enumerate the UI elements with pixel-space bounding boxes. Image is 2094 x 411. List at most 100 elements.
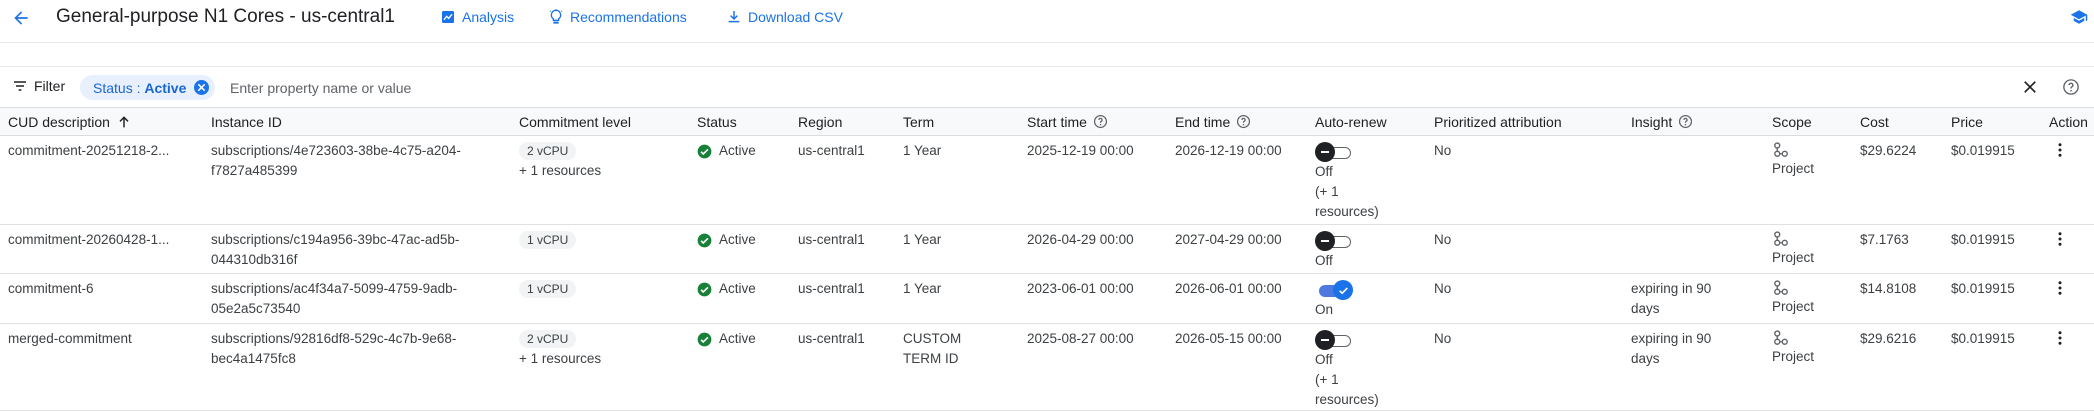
auto-renew-toggle[interactable] [1315, 142, 1353, 162]
clear-filter-button[interactable] [2021, 78, 2039, 101]
project-icon [1774, 280, 1788, 295]
scope-cell: Project [1772, 141, 1852, 179]
status-text: Active [719, 232, 756, 247]
commitments-table-wrapper: CUD description Instance ID Commitment l… [0, 107, 2094, 411]
header-divider [0, 42, 2094, 43]
term-line2: TERM ID [903, 351, 959, 366]
row-action-button[interactable] [2049, 141, 2071, 159]
chip-remove-button[interactable] [194, 80, 210, 95]
help-circle-icon[interactable] [1093, 114, 1108, 129]
status-cell: Active [697, 279, 790, 299]
table-row[interactable]: commitment-20251218-2... subscriptions/4… [0, 135, 2094, 225]
row-action-button[interactable] [2049, 279, 2071, 297]
help-circle-icon[interactable] [1236, 114, 1251, 129]
back-button[interactable] [8, 5, 34, 31]
term-line1: CUSTOM [903, 331, 962, 346]
cud-description: commitment-20260428-1... [8, 232, 170, 247]
chip-key: Status : [93, 79, 145, 96]
more-vert-icon [2058, 143, 2062, 157]
filter-input[interactable] [228, 76, 1232, 100]
prioritized-attribution: No [1434, 143, 1452, 158]
arrow-back-icon [14, 11, 28, 25]
auto-renew-extra-2: resources) [1315, 204, 1379, 219]
auto-renew-extra-2: resources) [1315, 392, 1379, 407]
status-text: Active [719, 143, 756, 158]
instance-id-line1: subscriptions/4e723603-38be-4c75-a204- [211, 143, 461, 158]
col-region[interactable]: Region [790, 107, 895, 136]
commitments-table: CUD description Instance ID Commitment l… [0, 107, 2094, 411]
insight-line1: expiring in 90 [1631, 281, 1712, 296]
toggle-knob [1315, 231, 1335, 251]
start-time: 2025-08-27 00:00 [1027, 331, 1134, 346]
row-action-button[interactable] [2049, 329, 2071, 347]
end-time: 2026-12-19 00:00 [1175, 143, 1282, 158]
col-action: Action [2041, 107, 2094, 136]
col-auto-renew[interactable]: Auto-renew [1307, 107, 1426, 136]
scope-text: Project [1772, 250, 1815, 265]
close-icon [2024, 81, 2036, 93]
table-header-row: CUD description Instance ID Commitment l… [0, 107, 2094, 136]
help-button[interactable] [2062, 78, 2080, 101]
arrow-up-icon [119, 115, 129, 127]
prioritized-attribution: No [1434, 232, 1452, 247]
commitment-level-extra[interactable]: + 1 resources [519, 161, 689, 181]
toggle-knob [1315, 330, 1335, 350]
analytics-icon [442, 11, 454, 23]
status-text: Active [719, 331, 756, 346]
col-start-time[interactable]: Start time [1019, 107, 1167, 136]
table-row[interactable]: commitment-20260428-1... subscriptions/c… [0, 224, 2094, 274]
col-insight[interactable]: Insight [1623, 107, 1764, 136]
col-instance-id[interactable]: Instance ID [203, 107, 511, 136]
end-time: 2027-04-29 00:00 [1175, 232, 1282, 247]
col-scope[interactable]: Scope [1764, 107, 1852, 136]
col-prioritized-attribution[interactable]: Prioritized attribution [1426, 107, 1623, 136]
status-cell: Active [697, 230, 790, 250]
recommendations-link[interactable]: Recommendations [548, 9, 687, 25]
cost: $14.8108 [1860, 281, 1917, 296]
cud-description: commitment-20251218-2... [8, 143, 170, 158]
cost: $29.6224 [1860, 143, 1917, 158]
col-cud-description[interactable]: CUD description [0, 107, 203, 136]
download-icon [728, 11, 740, 23]
col-price[interactable]: Price [1943, 107, 2041, 136]
learn-button[interactable] [2070, 8, 2088, 31]
col-term[interactable]: Term [895, 107, 1019, 136]
scope-cell: Project [1772, 279, 1852, 317]
auto-renew-state: Off [1315, 164, 1333, 179]
auto-renew-toggle[interactable] [1315, 330, 1353, 350]
commitment-level-tag: 2 vCPU [519, 330, 577, 348]
instance-id-line2: bec4a1475fc8 [211, 351, 296, 366]
auto-renew-state: Off [1315, 352, 1333, 367]
analysis-link[interactable]: Analysis [440, 9, 514, 25]
col-cost[interactable]: Cost [1852, 107, 1943, 136]
commitment-level-extra[interactable]: + 1 resources [519, 349, 689, 369]
check-circle-icon [697, 144, 712, 158]
minus-icon [1321, 151, 1329, 153]
analysis-label: Analysis [462, 9, 515, 25]
cost: $7.1763 [1860, 232, 1909, 247]
recommendations-label: Recommendations [570, 9, 687, 25]
help-circle-icon [2063, 79, 2079, 95]
col-end-time[interactable]: End time [1167, 107, 1307, 136]
table-row[interactable]: commitment-6 subscriptions/ac4f34a7-5099… [0, 273, 2094, 324]
insight-line2: days [1631, 351, 1660, 366]
auto-renew-extra-1: (+ 1 [1315, 372, 1339, 387]
page-title: General-purpose N1 Cores - us-central1 [56, 6, 395, 27]
more-vert-icon [2058, 232, 2062, 246]
col-status[interactable]: Status [689, 107, 790, 136]
check-circle-icon [697, 332, 712, 346]
start-time: 2023-06-01 00:00 [1027, 281, 1134, 296]
start-time: 2026-04-29 00:00 [1027, 232, 1134, 247]
auto-renew-toggle[interactable] [1315, 231, 1353, 251]
status-filter-chip[interactable]: Status : Active [80, 75, 216, 100]
download-label: Download CSV [748, 9, 843, 25]
filter-button[interactable]: Filter [12, 78, 65, 94]
download-csv-link[interactable]: Download CSV [726, 9, 843, 25]
project-icon [1774, 231, 1788, 246]
table-row[interactable]: merged-commitment subscriptions/92816df8… [0, 323, 2094, 411]
col-commitment-level[interactable]: Commitment level [511, 107, 689, 136]
help-circle-icon[interactable] [1678, 114, 1693, 129]
row-action-button[interactable] [2049, 230, 2071, 248]
instance-id-line2: 044310db316f [211, 252, 298, 267]
auto-renew-toggle[interactable] [1315, 280, 1353, 300]
